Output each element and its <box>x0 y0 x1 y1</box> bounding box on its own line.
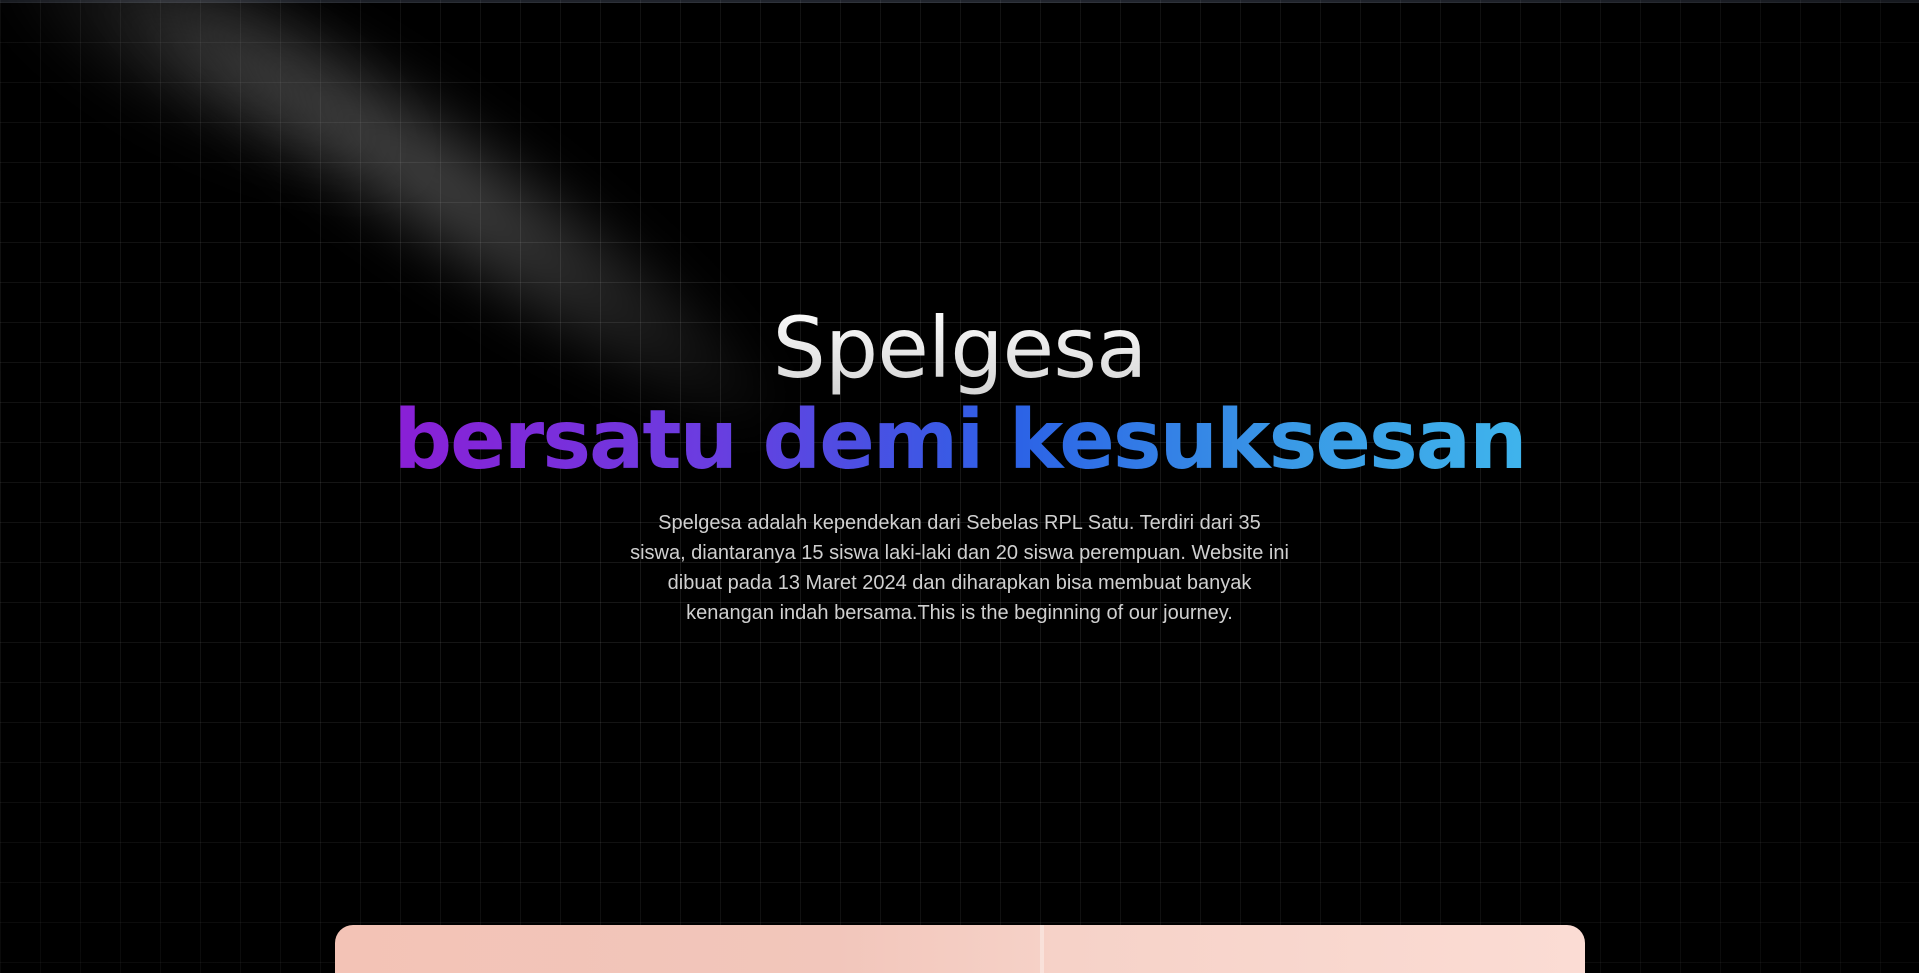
image-card-preview <box>335 925 1585 973</box>
hero-title: Spelgesa <box>0 300 1919 396</box>
hero-section: Spelgesa bersatu demi kesuksesan Spelges… <box>0 300 1919 628</box>
hero-tagline: bersatu demi kesuksesan <box>393 393 1527 488</box>
page: Spelgesa bersatu demi kesuksesan Spelges… <box>0 0 1919 973</box>
card-divider <box>1040 925 1044 973</box>
hero-description: Spelgesa adalah kependekan dari Sebelas … <box>630 512 1289 624</box>
